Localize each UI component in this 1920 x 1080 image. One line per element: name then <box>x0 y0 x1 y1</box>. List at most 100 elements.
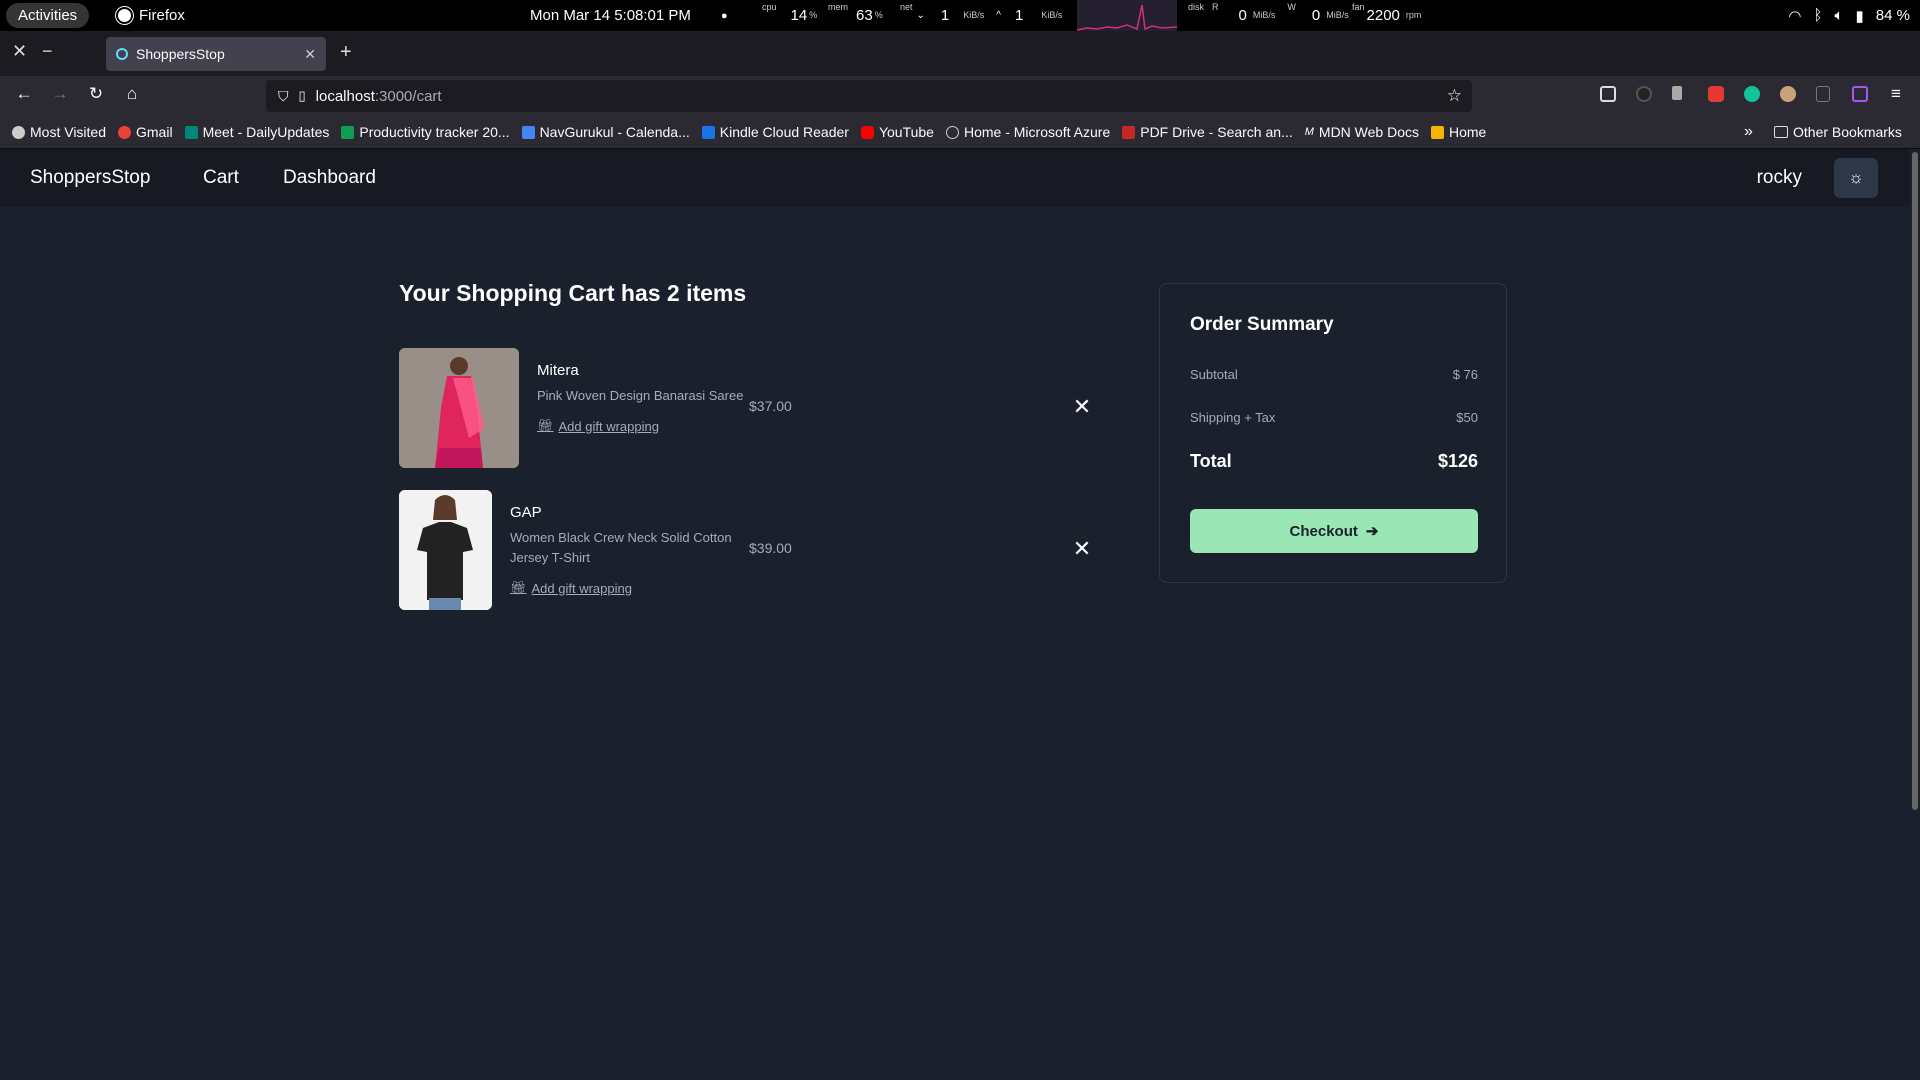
item-brand: GAP <box>510 504 542 521</box>
bookmark-item[interactable]: NavGurukul - Calenda... <box>521 124 690 140</box>
tshirt-illustration <box>399 490 492 610</box>
minimize-window-icon[interactable]: − <box>42 41 53 62</box>
total-row: Total $126 <box>1190 451 1478 472</box>
extension-purple-icon[interactable] <box>1852 86 1868 102</box>
folder-icon <box>1774 126 1788 138</box>
mem-label: mem <box>828 2 848 12</box>
item-brand: Mitera <box>537 362 579 379</box>
theme-toggle-button[interactable]: ☼ <box>1834 158 1878 198</box>
home-icon[interactable]: ⌂ <box>120 84 144 104</box>
bookmark-label: PDF Drive - Search an... <box>1140 124 1293 140</box>
extension-red-icon[interactable] <box>1708 86 1724 102</box>
react-favicon-icon <box>116 48 128 60</box>
forward-icon[interactable]: → <box>48 84 72 104</box>
extension-dark-icon[interactable] <box>1636 86 1652 102</box>
url-bar[interactable]: ⛉ ▯ localhost :3000/cart ☆ <box>266 80 1472 112</box>
brand-link[interactable]: ShoppersStop <box>30 167 150 189</box>
bookmark-item[interactable]: YouTube <box>860 124 934 140</box>
user-name[interactable]: rocky <box>1757 167 1802 189</box>
system-tray[interactable]: ◠ ᛒ 🔈︎ ▮ 84 % <box>1788 0 1910 31</box>
cart-title: Your Shopping Cart has 2 items <box>399 280 747 306</box>
close-window-icon[interactable]: ✕ <box>12 41 27 62</box>
product-image-saree[interactable] <box>399 348 519 468</box>
extension-bracket-icon[interactable] <box>1816 86 1830 102</box>
volume-icon: 🔈︎ <box>1834 7 1844 24</box>
reload-icon[interactable]: ↻ <box>84 84 108 104</box>
disk-read-value: 0 <box>1238 7 1247 24</box>
total-label: Total <box>1190 451 1232 471</box>
new-tab-icon[interactable]: + <box>340 41 352 64</box>
bookmark-label: Kindle Cloud Reader <box>719 124 849 140</box>
system-top-bar: Activities Firefox Mon Mar 14 5:08:01 PM… <box>0 0 1920 31</box>
disk-read-unit: MiB/s <box>1252 10 1276 20</box>
wifi-icon: ◠ <box>1788 7 1802 25</box>
bookmark-item[interactable]: Home - Microsoft Azure <box>945 124 1110 140</box>
grammarly-icon[interactable] <box>1744 86 1760 102</box>
bookmark-item[interactable]: PDF Drive - Search an... <box>1122 124 1293 140</box>
bookmark-item[interactable]: Kindle Cloud Reader <box>701 124 849 140</box>
battery-level: 84 % <box>1875 7 1910 24</box>
activities-button[interactable]: Activities <box>6 3 90 28</box>
extension-feather-icon[interactable] <box>1672 86 1682 100</box>
shipping-value: $50 <box>1456 410 1478 425</box>
back-icon[interactable]: ← <box>12 84 36 104</box>
mem-value: 63 <box>856 7 873 24</box>
firefox-icon <box>116 7 133 24</box>
add-gift-wrapping-link[interactable]: 🎁︎ Add gift wrapping <box>537 418 659 434</box>
item-description: Pink Woven Design Banarasi Saree <box>537 388 744 403</box>
fan-label: fan <box>1352 2 1365 12</box>
add-gift-wrapping-link[interactable]: 🎁︎ Add gift wrapping <box>510 580 632 596</box>
saree-illustration <box>399 348 519 468</box>
net-monitor: net ⌄ 1 KiB/s ^ 1 KiB/s <box>900 0 1062 31</box>
shield-icon[interactable]: ⛉ <box>278 88 289 105</box>
order-summary-title: Order Summary <box>1190 314 1334 335</box>
checkout-button[interactable]: Checkout ➔ <box>1190 509 1478 553</box>
arrow-right-icon: ➔ <box>1365 523 1379 540</box>
other-bookmarks[interactable]: Other Bookmarks <box>1774 124 1902 140</box>
tab-shoppersstop[interactable]: ShoppersStop ✕ <box>106 37 326 71</box>
remove-item-close-icon[interactable]: ✕ <box>1070 536 1094 562</box>
app-menu[interactable]: Firefox <box>116 0 185 31</box>
bookmark-item[interactable]: Productivity tracker 20... <box>341 124 510 140</box>
net-up-unit: KiB/s <box>1041 10 1063 20</box>
cpu-label: cpu <box>762 2 777 12</box>
app-name: Firefox <box>139 7 185 24</box>
extension-face-icon[interactable] <box>1780 86 1796 102</box>
google-icon <box>118 125 131 139</box>
bookmark-item[interactable]: Home <box>1431 124 1486 140</box>
fan-value: 2200 <box>1366 7 1400 24</box>
nav-link-cart[interactable]: Cart <box>203 167 239 189</box>
mdn-icon: M <box>1304 125 1314 138</box>
bookmark-label: Most Visited <box>30 124 106 140</box>
nav-link-dashboard[interactable]: Dashboard <box>283 167 376 189</box>
other-bookmarks-label: Other Bookmarks <box>1793 124 1902 140</box>
bookmark-item[interactable]: Most Visited <box>12 124 106 140</box>
product-image-tshirt[interactable] <box>399 490 492 610</box>
chevron-double-right-icon[interactable]: » <box>1744 123 1753 141</box>
hamburger-menu-icon[interactable]: ≡ <box>1884 84 1908 104</box>
subtotal-label: Subtotal <box>1190 367 1238 382</box>
bookmark-item[interactable]: Meet - DailyUpdates <box>184 124 329 140</box>
meet-icon <box>184 125 198 139</box>
navigation-toolbar: ← → ↻ ⌂ ⛉ ▯ localhost :3000/cart ☆ ≡ <box>0 76 1920 116</box>
bookmark-label: Gmail <box>136 124 173 140</box>
subtotal-value: $ 76 <box>1452 367 1478 382</box>
chevron-up-icon: ^ <box>996 10 1001 21</box>
fan-unit: rpm <box>1405 10 1422 20</box>
bluetooth-icon: ᛒ <box>1813 7 1823 24</box>
home-box-icon <box>1431 125 1444 139</box>
bookmark-item[interactable]: M MDN Web Docs <box>1305 124 1419 140</box>
clock[interactable]: Mon Mar 14 5:08:01 PM <box>530 0 691 31</box>
subtotal-row: Subtotal $ 76 <box>1190 367 1478 382</box>
pocket-icon[interactable] <box>1600 86 1616 102</box>
net-up-value: 1 <box>1014 7 1024 24</box>
bookmark-item[interactable]: Gmail <box>118 124 173 140</box>
page-scrollbar[interactable] <box>1912 152 1918 810</box>
net-label: net <box>900 2 913 12</box>
close-tab-icon[interactable]: ✕ <box>304 46 316 63</box>
disk-monitor: disk R 0 MiB/s W 0 MiB/s <box>1188 0 1349 31</box>
remove-item-close-icon[interactable]: ✕ <box>1070 394 1094 420</box>
cpu-monitor: cpu 14 % <box>762 0 817 31</box>
bookmark-star-icon[interactable]: ☆ <box>1447 86 1462 106</box>
network-graph <box>1077 0 1177 31</box>
